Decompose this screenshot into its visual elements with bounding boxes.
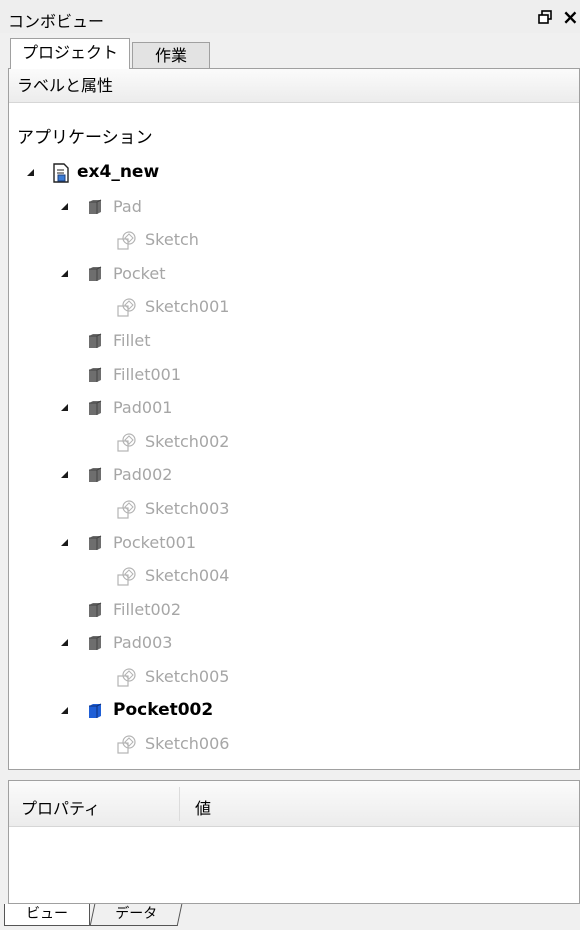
- tree-item-label: Sketch002: [145, 431, 230, 451]
- sketch-icon: [117, 433, 136, 452]
- tree-item-label: Sketch006: [145, 734, 230, 754]
- sketch-icon: [117, 668, 136, 687]
- solid-body-icon: [89, 266, 102, 281]
- value-column-header[interactable]: 値: [195, 795, 211, 819]
- expand-arrow-icon[interactable]: [61, 202, 68, 210]
- title-bar: コンボビュー ×: [0, 0, 580, 33]
- tree-item[interactable]: Pocket001: [9, 526, 579, 559]
- tab-data[interactable]: データ: [89, 904, 183, 926]
- sketch-icon: [117, 298, 136, 317]
- solid-body-icon: [89, 199, 102, 214]
- property-column-header[interactable]: プロパティ: [21, 795, 100, 819]
- tree-item-label: Pad001: [113, 398, 173, 418]
- tree-item-label: Pocket: [113, 263, 166, 283]
- document-icon: [53, 163, 69, 183]
- sketch-icon: [117, 735, 136, 754]
- solid-body-icon: [89, 333, 102, 348]
- tree-item[interactable]: ex4_new: [9, 156, 579, 189]
- tree-item-label: Sketch: [145, 230, 199, 250]
- expand-arrow-icon[interactable]: [61, 471, 68, 479]
- sketch-icon: [117, 567, 136, 586]
- tree-item-label: Pocket002: [113, 699, 214, 720]
- tab-label: 作業: [154, 46, 187, 65]
- tree-item[interactable]: Pocket002: [9, 694, 579, 727]
- expand-arrow-icon[interactable]: [61, 269, 68, 277]
- tree-item-label: Pad003: [113, 633, 173, 653]
- tree-item-label: Pad002: [113, 465, 173, 485]
- tree-item[interactable]: Sketch: [9, 223, 579, 256]
- tree-item-label: Sketch004: [145, 566, 230, 586]
- tree-item[interactable]: Pad003: [9, 626, 579, 659]
- model-tree-panel[interactable]: ラベルと属性 アプリケーション ex4_new Pad Sketch Pocket Sk…: [8, 68, 580, 770]
- tree-item[interactable]: Fillet: [9, 324, 579, 357]
- tree-item[interactable]: Pocket: [9, 257, 579, 290]
- tab-tasks[interactable]: 作業: [132, 42, 210, 69]
- column-divider[interactable]: [179, 787, 180, 821]
- property-panel: プロパティ 値: [8, 780, 580, 904]
- tree-item[interactable]: Sketch004: [9, 559, 579, 592]
- sketch-icon: [117, 231, 136, 250]
- expand-arrow-icon[interactable]: [61, 404, 68, 412]
- solid-body-icon: [89, 467, 102, 483]
- tab-label: データ: [115, 906, 158, 922]
- tree-item-label: ex4_new: [77, 162, 160, 182]
- solid-body-icon: [89, 602, 102, 617]
- tree-item[interactable]: Pad002: [9, 458, 579, 491]
- tree-column-header: ラベルと属性: [9, 69, 579, 103]
- expand-arrow-icon[interactable]: [61, 639, 68, 647]
- sketch-icon: [117, 500, 136, 519]
- solid-body-icon: [89, 400, 102, 416]
- tree-item[interactable]: Pad001: [9, 391, 579, 424]
- solid-body-icon: [89, 367, 102, 382]
- solid-body-icon: [89, 703, 102, 718]
- expand-arrow-icon[interactable]: [61, 538, 68, 546]
- tab-project[interactable]: プロジェクト: [10, 38, 130, 69]
- tree-item[interactable]: Sketch003: [9, 492, 579, 525]
- tree-item-label: Sketch003: [145, 499, 230, 518]
- tree-item-label: Fillet001: [113, 364, 182, 384]
- tree-item-label: Sketch005: [145, 667, 230, 686]
- tree-item-label: Pocket001: [113, 532, 197, 552]
- tree-item-label: Fillet002: [113, 599, 182, 619]
- tree-item[interactable]: Fillet001: [9, 358, 579, 391]
- expand-arrow-icon[interactable]: [61, 706, 68, 714]
- tree-item-label: Fillet: [113, 331, 151, 350]
- property-header: プロパティ 値: [9, 781, 579, 827]
- close-icon[interactable]: ×: [562, 5, 579, 29]
- tree-item[interactable]: Sketch001: [9, 290, 579, 323]
- solid-body-icon: [89, 535, 102, 550]
- tree-item-label: Pad: [113, 196, 142, 216]
- tree-item-label: Sketch001: [145, 297, 230, 317]
- tab-view[interactable]: ビュー: [4, 904, 90, 926]
- solid-body-icon: [89, 635, 102, 651]
- float-window-icon[interactable]: [538, 10, 552, 24]
- tree-item[interactable]: Sketch002: [9, 425, 579, 458]
- tab-label: ビュー: [26, 906, 68, 922]
- tab-label: プロジェクト: [21, 43, 118, 62]
- tree-item[interactable]: Sketch005: [9, 660, 579, 693]
- tree-item[interactable]: Fillet002: [9, 593, 579, 626]
- window-title: コンボビュー: [8, 12, 105, 31]
- tree-root-label[interactable]: アプリケーション: [17, 123, 153, 148]
- expand-arrow-icon[interactable]: [27, 169, 34, 176]
- tree-item[interactable]: Pad: [9, 190, 579, 223]
- tree-item[interactable]: Sketch006: [9, 727, 579, 760]
